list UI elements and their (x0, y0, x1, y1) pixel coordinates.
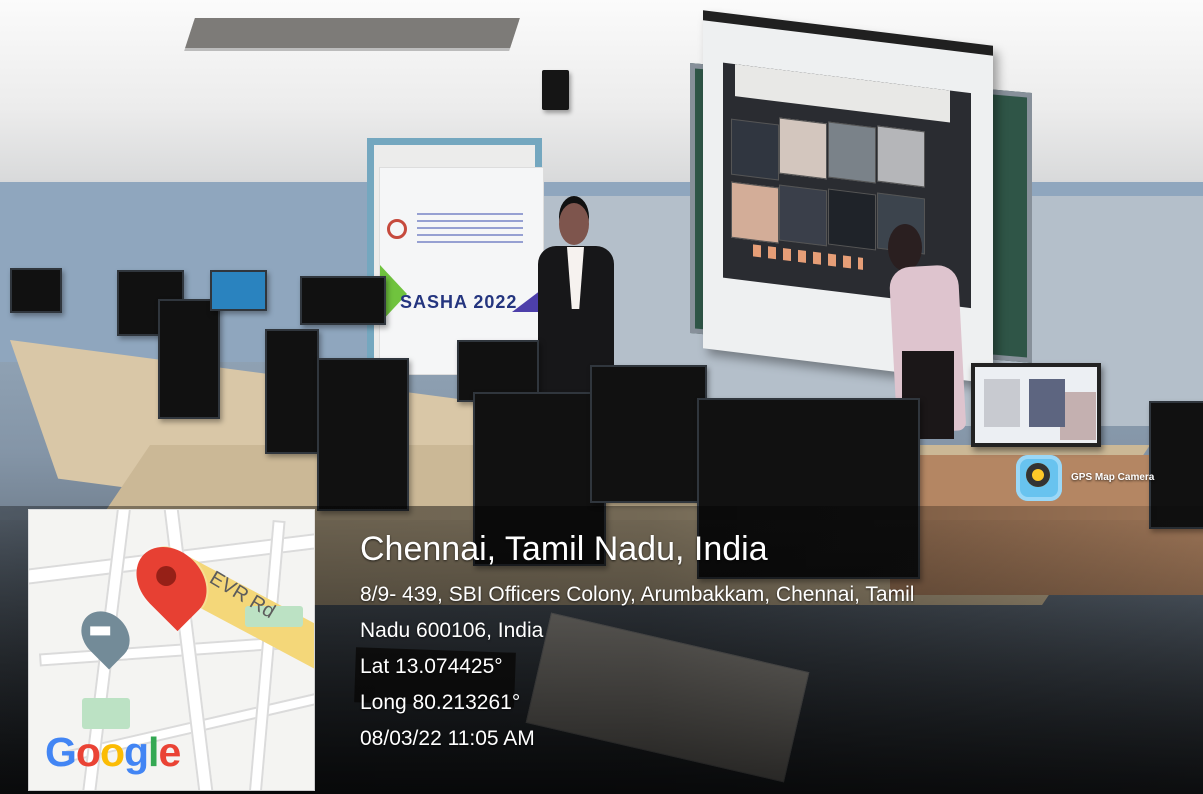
ceiling-light (185, 18, 520, 48)
camera-lens-icon (1016, 455, 1062, 501)
meeting-controls (753, 244, 863, 270)
banner-logo-icon (387, 219, 407, 239)
computer-monitor (300, 276, 386, 325)
computer-monitor (210, 270, 267, 311)
video-tile (828, 188, 876, 251)
banner-small-text (417, 213, 523, 245)
computer-monitor (265, 329, 319, 454)
video-tile (731, 181, 779, 244)
google-logo-letter: o (75, 729, 101, 775)
green-area (82, 698, 130, 729)
male-presenter-head (559, 203, 589, 245)
address-line-2: Nadu 600106, India (360, 619, 544, 642)
latitude: Lat 13.074425° (360, 655, 503, 678)
map-road (247, 519, 286, 790)
google-logo: Google (45, 729, 181, 776)
timestamp: 08/03/22 11:05 AM (360, 727, 535, 750)
gps-map-camera-badge: GPS Map Camera (1016, 455, 1190, 503)
computer-monitor (10, 268, 62, 313)
wall-speaker (542, 70, 569, 110)
computer-monitor (158, 299, 220, 419)
map-thumbnail: EVR Rd Google (29, 510, 314, 790)
video-tile (779, 184, 827, 247)
video-tile (828, 121, 876, 184)
computer-monitor (590, 365, 707, 503)
banner-title: SASHA 2022 (400, 292, 518, 312)
female-presenter-head (888, 224, 922, 271)
google-logo-letter: e (158, 729, 181, 775)
video-tile (779, 117, 827, 180)
google-logo-letter: l (148, 729, 159, 775)
location-details: Chennai, Tamil Nadu, India 8/9- 439, SBI… (360, 528, 914, 757)
google-logo-letter: g (124, 729, 149, 775)
video-tile (877, 125, 925, 188)
google-logo-letter: o (99, 729, 125, 775)
gps-photo: SASHA 2022 GPS Map Camera EVR Rd Google … (0, 0, 1203, 794)
computer-monitor (317, 358, 409, 511)
projection-header (735, 64, 950, 123)
location-title: Chennai, Tamil Nadu, India (360, 530, 768, 568)
address-line-1: 8/9- 439, SBI Officers Colony, Arumbakka… (360, 583, 915, 606)
video-tile (731, 118, 779, 181)
gps-map-camera-label: GPS Map Camera (1071, 472, 1155, 483)
longitude: Long 80.213261° (360, 691, 521, 714)
google-logo-letter: G (45, 729, 77, 775)
laptop-screen (971, 363, 1101, 447)
